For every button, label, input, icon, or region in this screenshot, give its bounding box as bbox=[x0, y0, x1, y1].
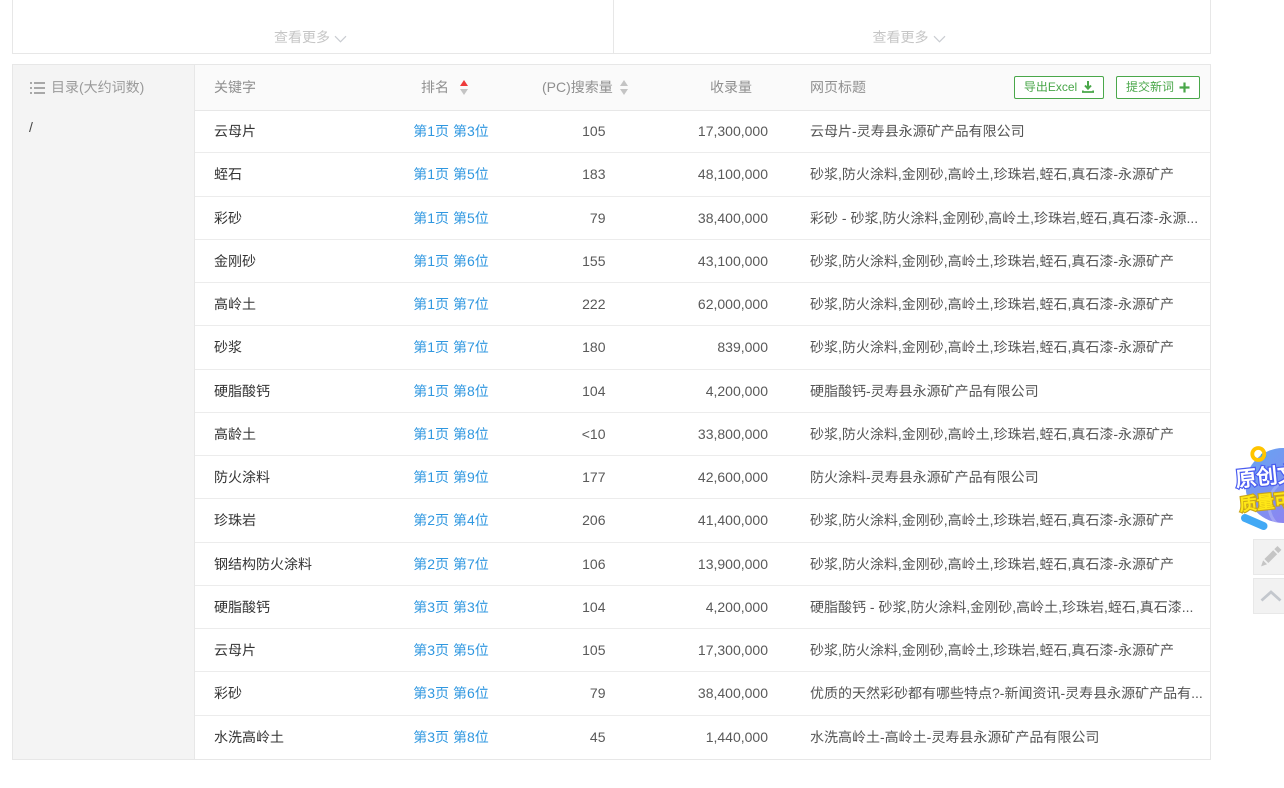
svg-text:质量可: 质量可 bbox=[1238, 486, 1284, 516]
